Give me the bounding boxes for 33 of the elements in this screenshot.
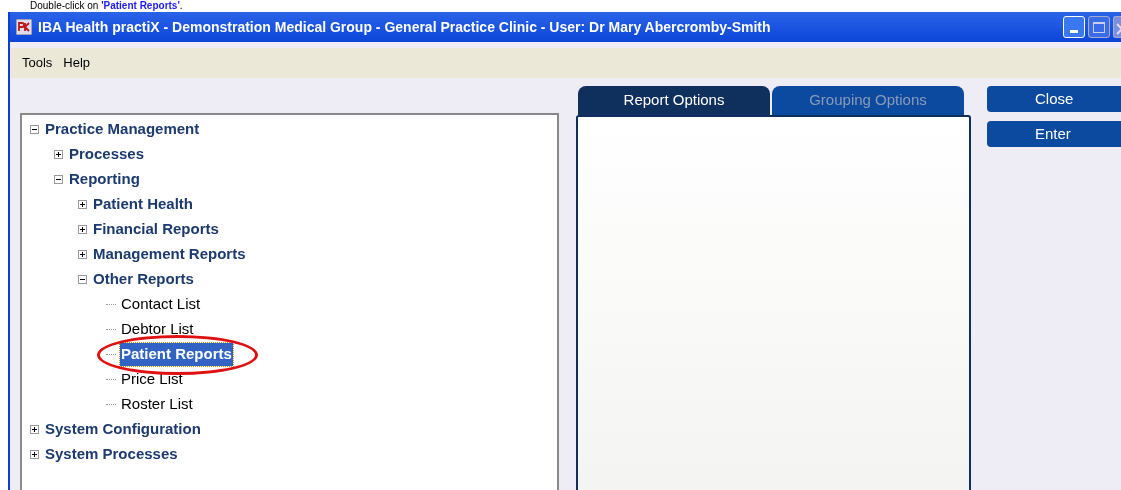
app-logo-icon (16, 19, 32, 35)
instruction-text: Double-click on 'Patient Reports'. (30, 0, 183, 12)
tree-item[interactable]: Reporting (68, 168, 141, 191)
tree-item[interactable]: Processes (68, 143, 146, 166)
minimize-button[interactable] (1063, 16, 1085, 38)
expand-icon[interactable] (54, 150, 63, 159)
expand-icon[interactable] (30, 450, 39, 459)
action-button[interactable]: Close (987, 86, 1121, 112)
tree-item[interactable]: System Processes (44, 443, 179, 466)
window-title: IBA Health practiX - Demonstration Medical Group - General Practice Clinic - User: Dr Mary Abercromby-Smith (38, 17, 772, 37)
expand-icon[interactable] (78, 225, 87, 234)
action-button[interactable]: Enter (987, 121, 1121, 147)
collapse-icon[interactable] (78, 275, 87, 284)
menu-item[interactable]: Tools (22, 53, 53, 73)
tree-item[interactable]: Price List (120, 368, 184, 391)
expand-icon[interactable] (78, 200, 87, 209)
collapse-icon[interactable] (54, 175, 63, 184)
tree-item[interactable]: Patient Reports (120, 343, 233, 366)
tree-item[interactable]: Financial Reports (92, 218, 220, 241)
expand-icon[interactable] (78, 250, 87, 259)
expand-icon[interactable] (30, 425, 39, 434)
tree-item[interactable]: Practice Management (44, 118, 201, 141)
tree-item[interactable]: Management Reports (92, 243, 247, 266)
maximize-button[interactable] (1088, 16, 1110, 38)
menu-item[interactable]: Help (63, 53, 91, 73)
tree-item[interactable]: Other Reports (92, 268, 195, 291)
tree-item[interactable]: Debtor List (120, 318, 195, 341)
tree-item[interactable]: Patient Health (92, 193, 195, 216)
tree-item[interactable]: Roster List (120, 393, 194, 416)
tree-item[interactable]: System Configuration (44, 418, 202, 441)
tab[interactable]: Report Options (578, 86, 770, 115)
collapse-icon[interactable] (30, 125, 39, 134)
tree-item[interactable]: Contact List (120, 293, 202, 316)
